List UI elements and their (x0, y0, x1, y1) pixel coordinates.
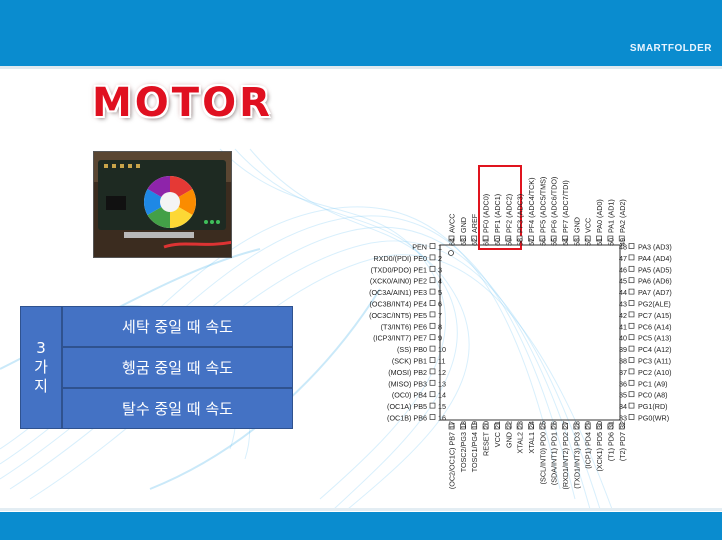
brand-label: SMARTFOLDER (629, 43, 712, 54)
table-row-spin: 탈수 중일 때 속도 (62, 388, 293, 429)
footer-bar (0, 512, 722, 540)
motor-board-photo (93, 151, 232, 258)
footer-divider (0, 508, 722, 511)
table-row-rinse: 헹굼 중일 때 속도 (62, 347, 293, 388)
speed-table: 3 가 지 세탁 중일 때 속도 헹굼 중일 때 속도 탈수 중일 때 속도 (20, 306, 293, 429)
background-swirl (0, 148, 613, 509)
page-title: MOTOR (92, 80, 273, 126)
header-bar: SMARTFOLDER (0, 0, 722, 66)
table-row-wash: 세탁 중일 때 속도 (62, 306, 293, 347)
table-header-cell: 3 가 지 (20, 306, 62, 429)
board-image (94, 152, 231, 257)
